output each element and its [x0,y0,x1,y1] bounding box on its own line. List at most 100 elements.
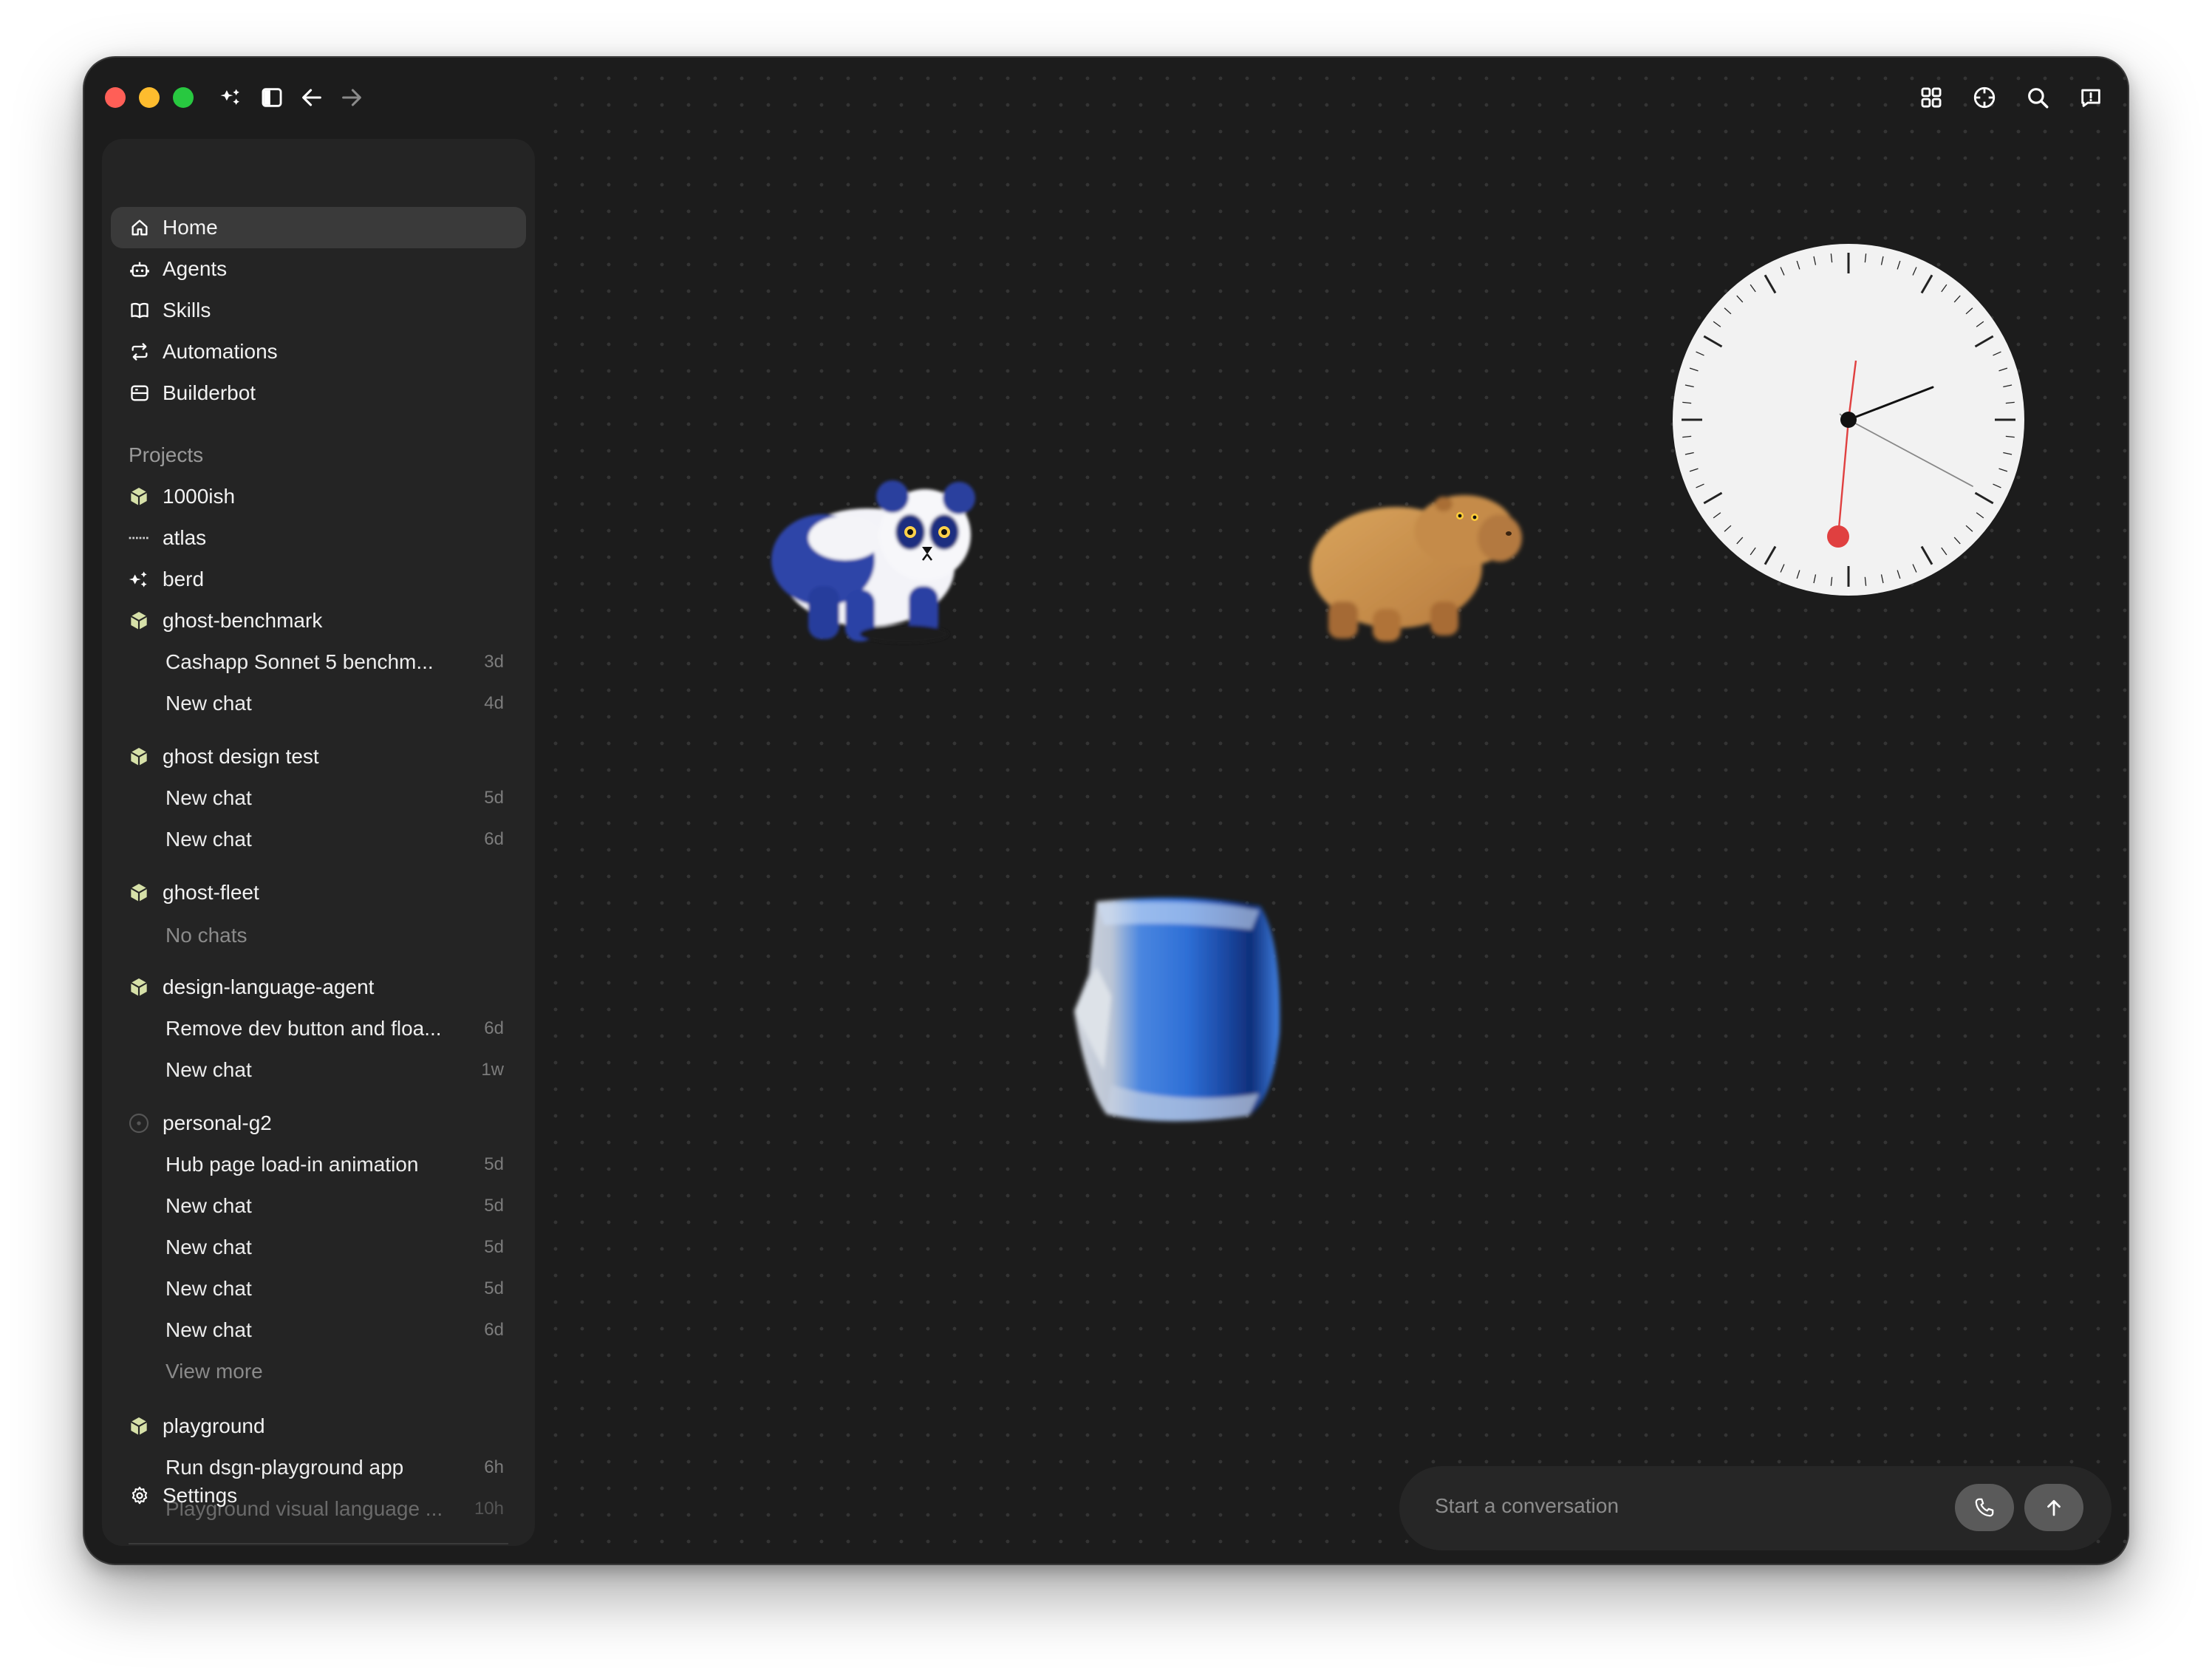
chat-title: New chat [165,1194,252,1217]
project-name: design-language-agent [163,975,375,998]
project-ghost-benchmark[interactable]: ghost-benchmark [111,600,526,641]
nav-item-agents[interactable]: Agents [111,248,526,290]
phone-icon [1975,1498,1994,1517]
chat-composer[interactable]: Start a conversation [1399,1466,2112,1550]
nav-item-label: Agents [163,257,228,280]
sidebar: Home Agents Skills Automations Builderbo… [102,139,535,1546]
project-1000ish[interactable]: 1000ish [111,476,526,517]
minimize-window-button[interactable] [139,87,160,108]
forward-arrow-icon[interactable] [335,81,368,114]
cube-icon [127,975,151,999]
chat-age: 4d [484,693,504,713]
settings-button[interactable]: Settings [111,1475,526,1516]
chat-item[interactable]: Cashapp Sonnet 5 benchm... 3d [111,641,526,683]
nav-item-automations[interactable]: Automations [111,331,526,372]
settings-label: Settings [163,1484,238,1507]
sidebar-divider [129,1543,508,1544]
chat-item[interactable]: New chat 5d [111,1185,526,1227]
chat-title: Remove dev button and floa... [165,1017,442,1040]
clock-center-pin [1840,412,1857,428]
dash-icon [127,526,151,550]
crosshair-icon[interactable] [1968,81,2001,114]
project-name: playground [163,1414,265,1437]
call-button[interactable] [1955,1484,2014,1531]
projects-heading: Projects [129,443,204,466]
send-button[interactable] [2024,1484,2083,1531]
analog-clock-widget[interactable] [1671,242,2026,597]
circle-icon [127,1111,151,1135]
chat-age: 3d [484,652,504,672]
chat-title: New chat [165,1277,252,1300]
chat-item[interactable]: Remove dev button and floa... 6d [111,1008,526,1049]
cube-icon [127,745,151,769]
home-icon [129,217,151,239]
project-design-language-agent[interactable]: design-language-agent [111,967,526,1008]
chat-age: 6d [484,1018,504,1038]
project-playground[interactable]: playground [111,1406,526,1447]
nav-item-home[interactable]: Home [111,207,526,248]
nav-item-label: Home [163,216,218,239]
project-name: berd [163,568,205,590]
chat-age: 5d [484,1196,504,1216]
capybara-sticker[interactable] [1293,457,1529,678]
sparkle-icon [127,568,151,591]
chat-age: 6d [484,1320,504,1340]
nav-item-label: Automations [163,340,278,363]
grid-icon[interactable] [1915,81,1948,114]
chat-item[interactable]: New chat 5d [111,1227,526,1268]
project-name: atlas [163,526,207,549]
project-atlas[interactable]: atlas [111,517,526,559]
view-more-link[interactable]: View more [111,1351,526,1392]
nav-item-builderbot[interactable]: Builderbot [111,372,526,414]
no-chats-label: No chats [111,915,526,956]
chat-title: Cashapp Sonnet 5 benchm... [165,650,434,673]
composer-input[interactable]: Start a conversation [1435,1494,1619,1518]
chat-title: New chat [165,1058,252,1081]
chat-item[interactable]: New chat 6d [111,819,526,860]
gear-icon [129,1485,151,1507]
back-arrow-icon[interactable] [296,81,328,114]
chat-title: New chat [165,828,252,851]
cube-icon [127,881,151,905]
chat-item[interactable]: New chat 5d [111,1268,526,1309]
chat-age: 5d [484,1237,504,1257]
chat-age: 6d [484,829,504,849]
feedback-icon[interactable] [2075,81,2107,114]
book-icon [129,299,151,321]
empty-state-text: No chats [165,924,248,947]
chat-item[interactable]: Hub page load-in animation 5d [111,1144,526,1185]
chat-item[interactable]: New chat 6d [111,1309,526,1351]
chat-age: 1w [481,1060,504,1080]
chat-age: 5d [484,1154,504,1174]
repeat-icon [129,341,151,363]
server-icon [129,382,151,404]
chat-item[interactable]: New chat 5d [111,777,526,819]
sidebar-toggle-icon[interactable] [256,81,288,114]
chat-age: 5d [484,788,504,808]
clock-second-knob [1827,525,1849,548]
chat-item[interactable]: New chat 4d [111,683,526,724]
chat-item[interactable]: New chat 1w [111,1049,526,1091]
chat-title: New chat [165,1318,252,1341]
view-more-label: View more [165,1360,263,1383]
nav-item-skills[interactable]: Skills [111,290,526,331]
nav-item-label: Builderbot [163,381,256,404]
cube-icon [127,485,151,508]
close-window-button[interactable] [105,87,126,108]
cube-icon [127,609,151,633]
app-window: Home Agents Skills Automations Builderbo… [83,56,2129,1565]
project-personal-g2[interactable]: personal-g2 [111,1103,526,1144]
search-icon[interactable] [2021,81,2054,114]
chat-age: 5d [484,1278,504,1298]
glass-cube-sticker[interactable] [1045,885,1296,1137]
project-berd[interactable]: berd [111,559,526,600]
chat-title: New chat [165,1236,252,1258]
maximize-window-button[interactable] [173,87,194,108]
project-ghost-fleet[interactable]: ghost-fleet [111,872,526,913]
project-name: 1000ish [163,485,236,508]
cube-icon [127,1414,151,1438]
sparkle-icon[interactable] [216,81,248,114]
panda-sticker[interactable] [757,449,1008,671]
chat-title: New chat [165,786,252,809]
project-ghost-design-test[interactable]: ghost design test [111,736,526,777]
